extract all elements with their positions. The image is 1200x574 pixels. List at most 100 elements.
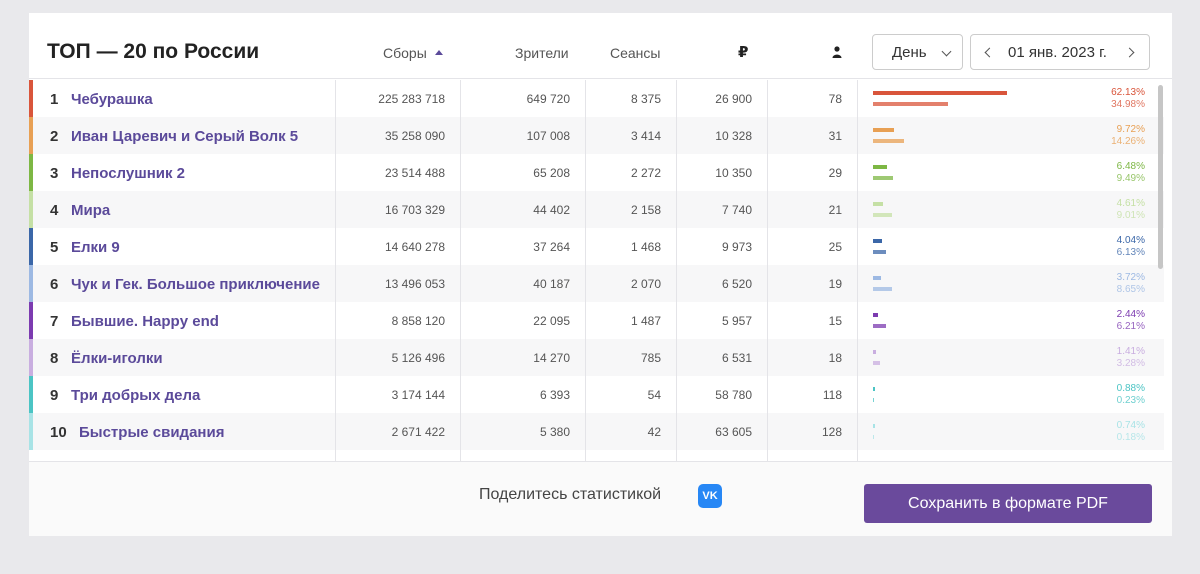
- row-rank: 2: [50, 128, 59, 145]
- share-percent-secondary: 8.65%: [1116, 284, 1145, 295]
- movie-title-link[interactable]: Иван Царевич и Серый Волк 5: [71, 128, 298, 145]
- column-header-avg-price[interactable]: ₽: [738, 43, 748, 61]
- movie-title-link[interactable]: Чук и Гек. Большое приключение: [71, 276, 320, 293]
- share-bar-secondary: [873, 287, 892, 291]
- row-color-marker: [29, 154, 33, 191]
- share-percent-secondary: 0.23%: [1116, 395, 1145, 406]
- share-bar-primary: [873, 165, 887, 169]
- cell-gross: 5 126 496: [391, 351, 445, 365]
- share-bar-primary: [873, 350, 877, 354]
- share-bar-secondary: [873, 102, 949, 106]
- cell-viewers: 37 264: [533, 240, 570, 254]
- cell-gross: 23 514 488: [384, 166, 445, 180]
- cell-per-session: 21: [828, 203, 842, 217]
- row-rank: 4: [50, 202, 59, 219]
- column-header-gross[interactable]: Сборы: [383, 45, 443, 61]
- row-color-marker: [29, 80, 33, 117]
- save-pdf-button[interactable]: Сохранить в формате PDF: [864, 484, 1152, 523]
- column-divider: [857, 80, 858, 461]
- column-divider: [335, 80, 336, 461]
- row-color-marker: [29, 265, 33, 302]
- movie-title-link[interactable]: Непослушник 2: [71, 165, 185, 182]
- movie-title-link[interactable]: Бывшие. Happy end: [71, 313, 219, 330]
- date-label: 01 янв. 2023 г.: [1008, 44, 1107, 61]
- table-row[interactable]: 7 Бывшие. Happy end 8 858 120 22 095 1 487 5 …: [29, 302, 1164, 339]
- share-bar-primary: [873, 202, 883, 206]
- cell-sessions: 3 414: [630, 129, 661, 143]
- row-rank: 10: [50, 424, 67, 441]
- cell-gross: 3 174 144: [391, 388, 445, 402]
- movie-title-link[interactable]: Елки 9: [71, 239, 120, 256]
- chevron-right-icon[interactable]: [1123, 44, 1141, 62]
- share-percent-primary: 9.72%: [1116, 124, 1145, 135]
- table-row[interactable]: 2 Иван Царевич и Серый Волк 5 35 258 090 10…: [29, 117, 1164, 154]
- page-title: ТОП — 20 по России: [47, 40, 260, 63]
- cell-per-session: 29: [828, 166, 842, 180]
- share-percent-primary: 6.48%: [1116, 161, 1145, 172]
- share-bar-secondary: [873, 176, 894, 180]
- cell-viewers: 65 208: [533, 166, 570, 180]
- table-row[interactable]: 3 Непослушник 2 23 514 488 65 208 2 272 10 35…: [29, 154, 1164, 191]
- share-percent-primary: 3.72%: [1116, 272, 1145, 283]
- stats-card: ТОП — 20 по России Сборы Зрители Сеансы …: [29, 13, 1172, 536]
- movie-title-link[interactable]: Чебурашка: [71, 91, 153, 108]
- cell-sessions: 785: [640, 351, 661, 365]
- table-scrollbar[interactable]: [1158, 85, 1163, 269]
- share-bar-secondary: [873, 250, 887, 254]
- row-color-marker: [29, 339, 33, 376]
- table-row[interactable]: 8 Ёлки-иголки 5 126 496 14 270 785 6 531 18 1.4…: [29, 339, 1164, 376]
- chevron-left-icon[interactable]: [979, 44, 997, 62]
- table-row[interactable]: 10 Быстрые свидания 2 671 422 5 380 42 63 605…: [29, 413, 1164, 450]
- movie-title-link[interactable]: Быстрые свидания: [79, 424, 224, 441]
- cell-per-session: 118: [822, 388, 842, 402]
- share-percent-secondary: 6.21%: [1116, 321, 1145, 332]
- cell-avg: 9 973: [721, 240, 752, 254]
- cell-gross: 13 496 053: [384, 277, 445, 291]
- cell-gross: 14 640 278: [384, 240, 445, 254]
- vk-share-icon[interactable]: VK: [698, 484, 722, 508]
- cell-viewers: 14 270: [533, 351, 570, 365]
- share-percent-secondary: 9.01%: [1116, 210, 1145, 221]
- movie-title-link[interactable]: Три добрых дела: [71, 387, 200, 404]
- share-percent-secondary: 9.49%: [1116, 173, 1145, 184]
- box-office-table: 1 Чебурашка 225 283 718 649 720 8 375 26 900 7…: [29, 80, 1172, 461]
- cell-sessions: 54: [647, 388, 661, 402]
- cell-gross: 8 858 120: [391, 314, 445, 328]
- movie-title-link[interactable]: Ёлки-иголки: [71, 350, 163, 367]
- cell-sessions: 42: [647, 425, 661, 439]
- share-bar-secondary: [873, 139, 904, 143]
- share-percent-secondary: 34.98%: [1111, 99, 1145, 110]
- table-header: ТОП — 20 по России Сборы Зрители Сеансы …: [29, 13, 1172, 79]
- table-row[interactable]: 1 Чебурашка 225 283 718 649 720 8 375 26 900 7…: [29, 80, 1164, 117]
- share-percent-primary: 2.44%: [1116, 309, 1145, 320]
- share-bar-primary: [873, 128, 894, 132]
- cell-viewers: 5 380: [539, 425, 570, 439]
- cell-avg: 7 740: [721, 203, 752, 217]
- row-color-marker: [29, 302, 33, 339]
- cell-gross: 16 703 329: [384, 203, 445, 217]
- share-percent-secondary: 0.18%: [1116, 432, 1145, 443]
- table-row[interactable]: 4 Мира 16 703 329 44 402 2 158 7 740 21 4.61% 9.…: [29, 191, 1164, 228]
- row-color-marker: [29, 413, 33, 450]
- period-select[interactable]: День: [872, 34, 963, 70]
- table-row[interactable]: 9 Три добрых дела 3 174 144 6 393 54 58 780 11…: [29, 376, 1164, 413]
- row-rank: 9: [50, 387, 59, 404]
- share-percent-secondary: 14.26%: [1111, 136, 1145, 147]
- column-header-viewers[interactable]: Зрители: [515, 45, 569, 61]
- cell-sessions: 2 070: [630, 277, 661, 291]
- cell-sessions: 1 487: [630, 314, 661, 328]
- cell-sessions: 8 375: [630, 92, 661, 106]
- cell-per-session: 15: [828, 314, 842, 328]
- table-row[interactable]: 6 Чук и Гек. Большое приключение 13 496 05…: [29, 265, 1164, 302]
- share-percent-secondary: 3.28%: [1116, 358, 1145, 369]
- share-bar-primary: [873, 387, 875, 391]
- cell-per-session: 19: [828, 277, 842, 291]
- table-row[interactable]: 5 Елки 9 14 640 278 37 264 1 468 9 973 25 4.04%…: [29, 228, 1164, 265]
- column-header-gross-label: Сборы: [383, 45, 427, 61]
- date-picker[interactable]: 01 янв. 2023 г.: [970, 34, 1150, 70]
- share-bar-primary: [873, 424, 875, 428]
- cell-gross: 225 283 718: [378, 92, 445, 106]
- column-header-sessions[interactable]: Сеансы: [610, 45, 660, 61]
- person-icon[interactable]: [832, 46, 842, 58]
- movie-title-link[interactable]: Мира: [71, 202, 110, 219]
